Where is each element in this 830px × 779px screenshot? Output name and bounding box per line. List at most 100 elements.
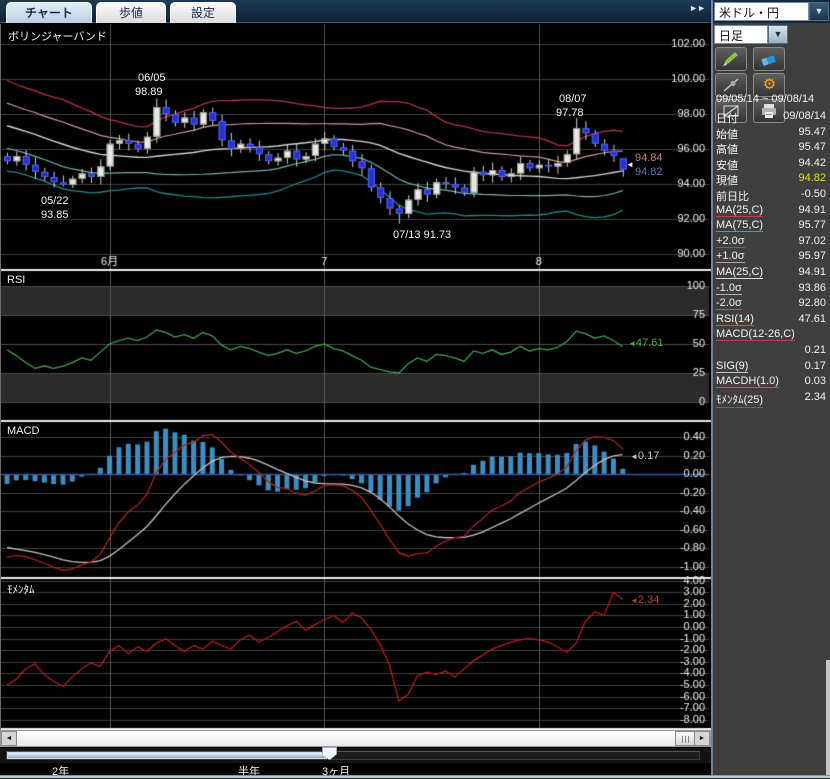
symbol-select-value: 米ドル・円 [714,2,809,21]
quote-label: 高値 [716,141,738,157]
quote-label: 日付 [716,110,738,126]
quote-label: RSI(14) [716,313,754,326]
scroll-right-button[interactable]: ► [694,731,710,746]
horizontal-scrollbar[interactable]: ◄ ► [0,730,711,747]
momentum-tag: ◄2.34 [630,594,659,606]
chevron-down-icon[interactable]: ▼ [809,2,829,21]
quote-label: MA(25,C) [716,266,763,279]
quote-row: -2.0σ 92.80 [713,296,830,312]
quote-label: MA(25,C) [716,204,763,217]
quote-row: MA(25,C) 94.91 [713,203,830,219]
quote-value: 0.21 [805,344,826,356]
quote-label: 安値 [716,157,738,173]
quote-label: +2.0σ [716,235,745,248]
quote-row: 安値94.42 [713,156,830,172]
quote-row: SIG(9) 0.17 [713,359,830,375]
quote-label: -1.0σ [716,282,742,295]
quote-value: 94.91 [798,204,826,216]
tab-bar: チャート 歩値 設定 ►► [0,0,711,23]
quote-row: RSI(14) 47.61 [713,312,830,328]
symbol-select[interactable]: 米ドル・円 ▼ [714,2,829,21]
gear-icon: ⚙ [754,74,784,95]
annotation-high-date: 06/05 [138,72,166,84]
tab-overflow-icon[interactable]: ►► [689,3,705,13]
quote-value: 0.03 [805,375,826,387]
quote-value: 2.34 [805,391,826,403]
price-tag-high: 94.84 [635,152,663,164]
trading-app-window: チャート 歩値 設定 ►► ボリンジャーバンド RSI MACD ﾓﾒﾝﾀﾑ 0… [0,0,830,779]
annotation-low-date: 05/22 [41,195,69,207]
scrollbar-thumb[interactable] [675,731,696,746]
tab-tick[interactable]: 歩値 [96,2,166,23]
timeframe-select-value: 日足 [714,25,768,44]
quote-value: 47.61 [798,313,826,325]
quote-label: MA(75,C) [716,219,763,232]
quote-row: 0.21 [713,343,830,359]
quote-row: MA(25,C) 94.91 [713,265,830,281]
quote-row: MACDH(1.0) 0.03 [713,374,830,390]
quote-value: 94.91 [798,266,826,278]
quote-label: 始値 [716,126,738,142]
chevron-down-icon[interactable]: ▼ [768,25,788,44]
rsi-tag: ◄47.61 [628,337,663,349]
quote-value: 95.97 [798,250,826,262]
date-range: 09/05/14 ~ 09/08/14 [716,93,814,105]
window-right-edge [826,660,830,775]
left-arrow-icon: ◄ [630,596,638,605]
annotation-low-value: 93.85 [41,209,69,221]
quote-label: 現値 [716,172,738,188]
timeframe-select[interactable]: 日足 ▼ [714,25,788,44]
left-arrow-icon: ◄ [628,339,636,348]
quote-value: 94.82 [798,172,826,184]
eraser-button[interactable] [753,47,785,71]
quote-table: 日付 09/08/14 始値 95.47 高値 95.47 安値94.42現値 94.82 前日… [713,109,830,405]
quote-label: -2.0σ [716,297,742,310]
quote-label: MACDH(1.0) [716,375,779,388]
macd-tag: ◄0.17 [630,450,659,462]
quote-value: 92.80 [798,297,826,309]
eraser-icon [759,50,779,68]
price-tag-close: 94.82 [635,166,663,178]
quote-row: 始値 95.47 [713,125,830,141]
quote-value: 93.86 [798,282,826,294]
quote-row: ﾓﾒﾝﾀﾑ(25) 2.34 [713,390,830,406]
quote-label: MACD(12-26,C) [716,328,795,341]
quote-row: MACD(12-26,C) [713,327,830,343]
panel-title-rsi: RSI [7,274,25,286]
quote-row: -1.0σ 93.86 [713,281,830,297]
chart-canvas[interactable] [1,24,712,730]
chart-area: ボリンジャーバンド RSI MACD ﾓﾒﾝﾀﾑ 05/22 93.85 06/… [0,24,711,730]
quote-row: 日付 09/08/14 [713,109,830,125]
quote-label: 前日比 [716,188,749,204]
zoom-slider[interactable] [0,748,711,763]
sidebar: 米ドル・円 ▼ 日足 ▼ ⚙ [711,0,830,779]
scroll-left-button[interactable]: ◄ [1,731,17,746]
quote-value: 95.47 [798,141,826,153]
tab-chart[interactable]: チャート [6,2,92,23]
quote-value: 95.47 [798,126,826,138]
quote-row: MA(75,C) 95.77 [713,218,830,234]
panel-title-bollinger: ボリンジャーバンド [8,28,107,44]
annotation-high2-value: 97.78 [556,107,584,119]
quote-label: ﾓﾒﾝﾀﾑ(25) [716,391,763,408]
quote-label: +1.0σ [716,250,745,263]
symbol-row: 米ドル・円 ▼ [713,0,830,23]
zoom-slider-track[interactable] [6,751,700,760]
quote-label: SIG(9) [716,360,748,373]
zoom-slider-fill [7,752,327,759]
left-arrow-icon: ◄ [630,452,638,461]
quote-value: 95.77 [798,219,826,231]
quote-value: 09/08/14 [783,110,826,122]
quote-row: 現値 94.82 [713,171,830,187]
tab-settings[interactable]: 設定 [170,2,236,23]
quote-row: +1.0σ 95.97 [713,249,830,265]
quote-row: 高値 95.47 [713,140,830,156]
panel-title-macd: MACD [7,425,39,437]
left-arrow-icon: ◄ [626,160,634,169]
annotation-low2: 07/13 91.73 [393,229,451,241]
annotation-high2-date: 08/07 [559,93,587,105]
quote-row: 前日比-0.50 [713,187,830,203]
zoom-range-labels: 2年半年3ヶ月 [0,763,706,775]
draw-pencil-button[interactable] [715,47,747,71]
quote-value: 0.17 [805,360,826,372]
